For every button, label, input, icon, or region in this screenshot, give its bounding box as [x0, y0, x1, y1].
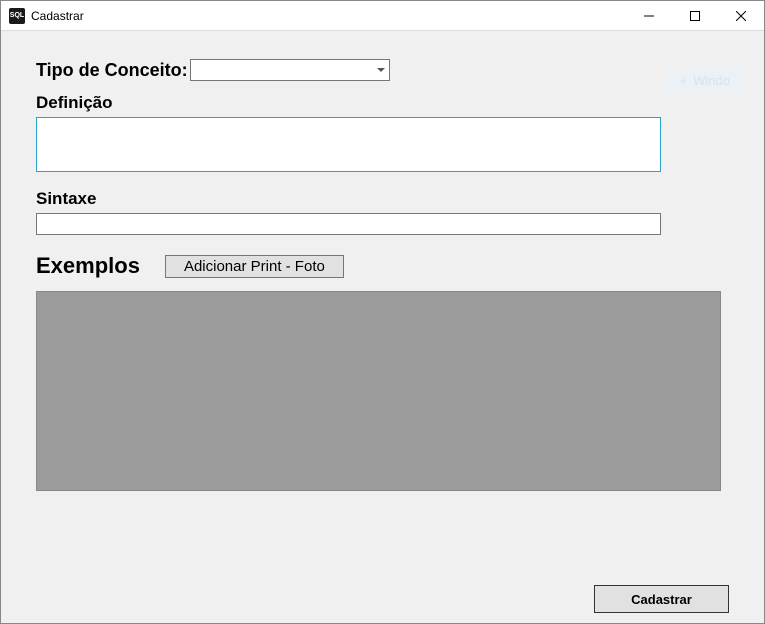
add-print-button[interactable]: Adicionar Print - Foto — [165, 255, 344, 278]
form-content: + Windo Tipo de Conceito: Definição Sint… — [1, 31, 764, 573]
window-title: Cadastrar — [31, 9, 84, 23]
tipo-dropdown[interactable] — [190, 59, 390, 81]
tipo-row: Tipo de Conceito: — [36, 59, 729, 81]
definicao-input[interactable] — [36, 117, 661, 172]
window-controls — [626, 1, 764, 31]
cadastrar-button[interactable]: Cadastrar — [594, 585, 729, 613]
ghost-label: Windo — [693, 73, 730, 88]
definicao-label: Definição — [36, 93, 729, 113]
image-panel[interactable] — [36, 291, 721, 491]
app-window: SQL Cadastrar + Windo Tipo de Conceito: — [0, 0, 765, 624]
close-button[interactable] — [718, 1, 764, 31]
exemplos-label: Exemplos — [36, 253, 140, 279]
sintaxe-label: Sintaxe — [36, 189, 729, 209]
ghost-windows-button: + Windo — [666, 69, 744, 92]
chevron-down-icon — [377, 68, 385, 72]
titlebar: SQL Cadastrar — [1, 1, 764, 31]
footer: Cadastrar — [1, 573, 764, 623]
sintaxe-input[interactable] — [36, 213, 661, 235]
exemplos-row: Exemplos Adicionar Print - Foto — [36, 253, 729, 279]
tipo-label: Tipo de Conceito: — [36, 60, 188, 81]
app-icon: SQL — [9, 8, 25, 24]
plus-icon: + — [680, 73, 688, 88]
maximize-button[interactable] — [672, 1, 718, 31]
minimize-button[interactable] — [626, 1, 672, 31]
